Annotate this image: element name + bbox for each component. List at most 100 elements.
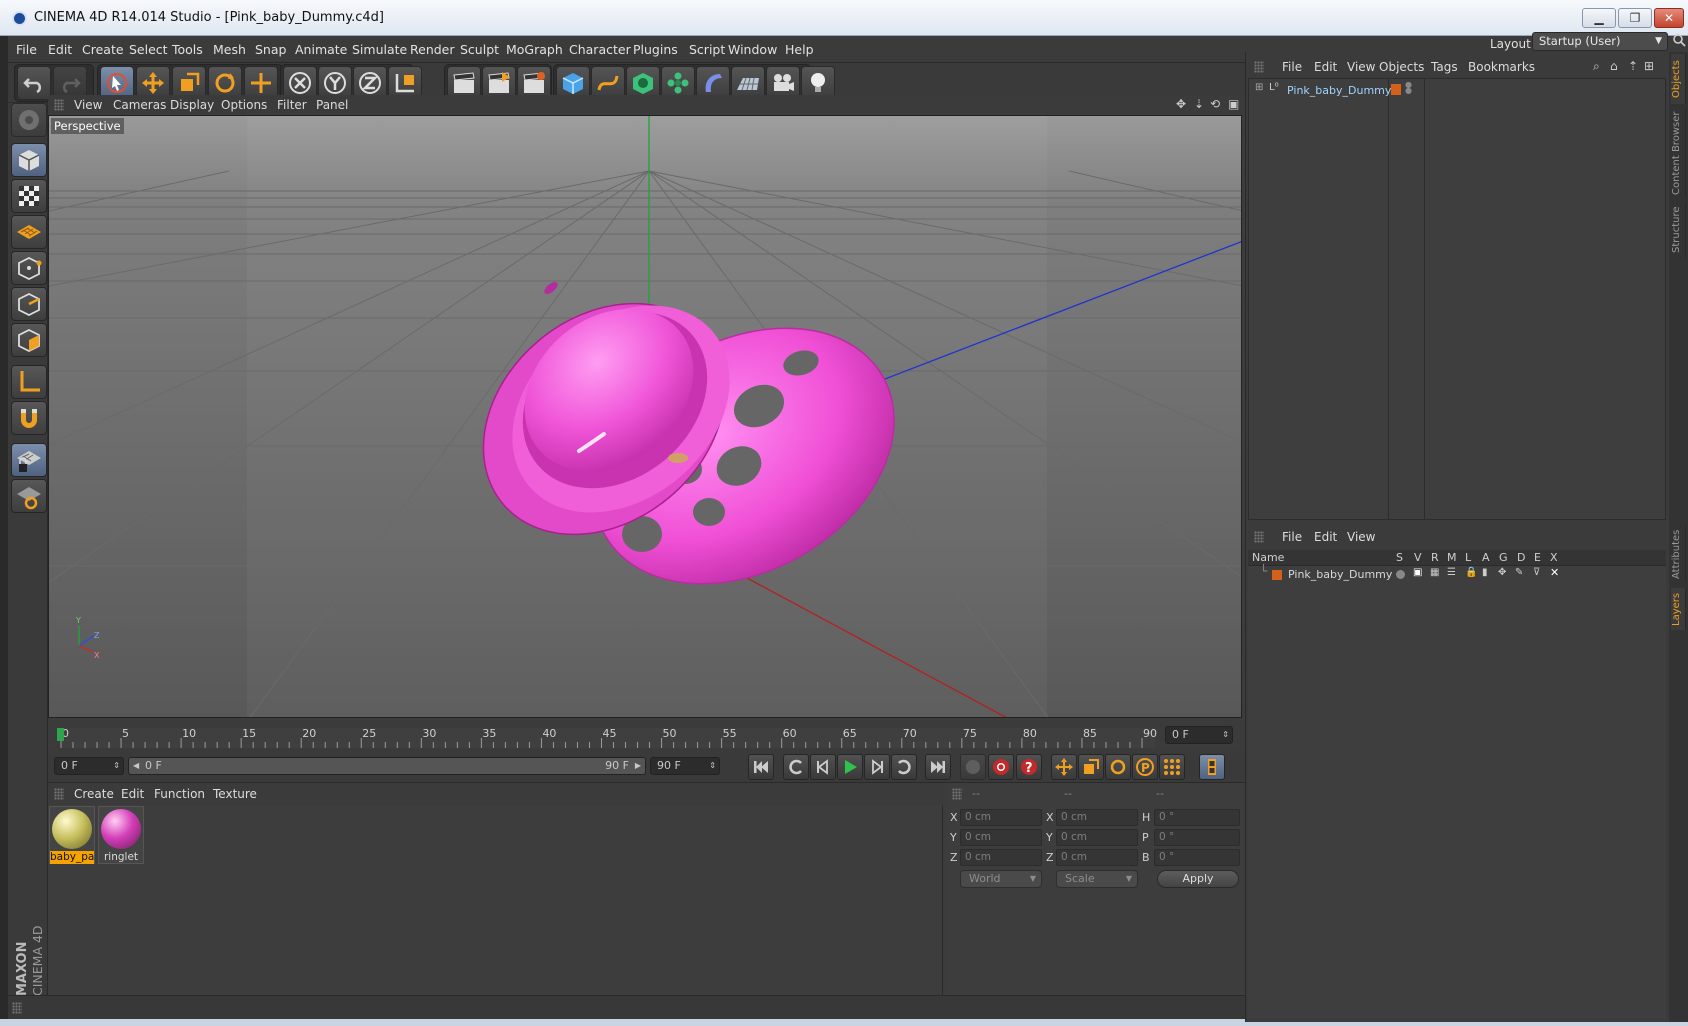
material-swatch-ringlet[interactable]: ringlet	[98, 806, 144, 864]
home-icon[interactable]: ⌂	[1610, 59, 1618, 73]
size-mode-select[interactable]: Scale ▼	[1056, 870, 1138, 888]
visibility-dots-icon[interactable]: ● ●	[1405, 81, 1412, 95]
view-eye-icon[interactable]: ▣	[1413, 567, 1422, 578]
rot-h-field[interactable]: 0 °	[1154, 809, 1240, 826]
record-point-level-button[interactable]	[1159, 754, 1185, 780]
menu-render[interactable]: Render	[410, 42, 455, 57]
menu-select[interactable]: Select	[129, 42, 168, 57]
viewport-menu-cameras[interactable]: Cameras	[113, 98, 166, 112]
material-menu-function[interactable]: Function	[154, 787, 205, 801]
generator-icon[interactable]: ✥	[1498, 567, 1506, 578]
undo-button[interactable]	[17, 66, 51, 100]
layer-col-v[interactable]: V	[1414, 551, 1422, 564]
menu-help[interactable]: Help	[785, 42, 814, 57]
viewport-zoom-icon[interactable]: ⇣	[1194, 97, 1204, 111]
menu-sculpt[interactable]: Sculpt	[460, 42, 499, 57]
snap-button[interactable]	[11, 401, 47, 435]
menu-create[interactable]: Create	[82, 42, 124, 57]
current-frame-field[interactable]: 0 F ⇕	[1165, 726, 1233, 744]
layer-menu-edit[interactable]: Edit	[1314, 530, 1337, 544]
search-icon[interactable]	[1672, 33, 1686, 47]
viewport-menu-options[interactable]: Options	[221, 98, 267, 112]
menu-mograph[interactable]: MoGraph	[506, 42, 563, 57]
axis-mode-button[interactable]	[11, 365, 47, 399]
range-right-handle-icon[interactable]: ▶	[635, 758, 641, 774]
play-button[interactable]	[837, 754, 863, 780]
manager-icon[interactable]: ☰	[1447, 567, 1456, 578]
frame-range-slider[interactable]: 0 F ◀ 90 F ▶	[128, 757, 646, 775]
xref-icon[interactable]: ✕	[1550, 566, 1559, 579]
start-frame-field[interactable]: 0 F ⇕	[54, 757, 124, 775]
record-move-button[interactable]	[1051, 754, 1077, 780]
layer-menu-view[interactable]: View	[1347, 530, 1375, 544]
animation-icon[interactable]: ▮	[1482, 567, 1488, 578]
pos-y-field[interactable]: 0 cm	[960, 829, 1042, 846]
perspective-viewport[interactable]: Y Z X	[48, 115, 1242, 718]
new-view-icon[interactable]: ⊞	[1644, 59, 1654, 73]
keyframe-selection-button[interactable]: ?	[1016, 754, 1042, 780]
menu-tools[interactable]: Tools	[172, 42, 203, 57]
apply-button[interactable]: Apply	[1157, 870, 1239, 888]
deformer-icon[interactable]: ✎	[1515, 567, 1523, 578]
viewport-menu-view[interactable]: View	[74, 98, 102, 112]
record-rotation-button[interactable]	[1105, 754, 1131, 780]
pos-z-field[interactable]: 0 cm	[960, 849, 1042, 866]
expand-icon[interactable]: ⊞	[1255, 82, 1263, 93]
timeline-ruler[interactable]: 0 5 10 15 20 25 30 35 40 45 50 55 60 65 70 75 80 85 90 0 F…	[48, 720, 1245, 750]
object-menu-tags[interactable]: Tags	[1431, 60, 1458, 74]
menu-character[interactable]: Character	[569, 42, 631, 57]
playhead[interactable]	[57, 728, 64, 741]
layer-row[interactable]: └ Pink_baby_Dummy ▣ ▦ ☰ 🔒 ▮ ✥ ✎ ⊽ ✕	[1248, 564, 1666, 584]
go-to-end-button[interactable]	[925, 754, 951, 780]
menu-edit[interactable]: Edit	[48, 42, 72, 57]
rot-b-field[interactable]: 0 °	[1154, 849, 1240, 866]
layout-select[interactable]: Startup (User) ▼	[1532, 32, 1668, 51]
layer-col-a[interactable]: A	[1482, 551, 1490, 564]
menu-script[interactable]: Script	[689, 42, 725, 57]
texture-mode-button[interactable]	[11, 179, 47, 213]
material-menu-edit[interactable]: Edit	[121, 787, 144, 801]
close-button[interactable]: ✕	[1654, 8, 1684, 28]
expression-icon[interactable]: ⊽	[1533, 567, 1540, 578]
range-left-handle-icon[interactable]: ◀	[133, 758, 139, 774]
menu-snap[interactable]: Snap	[255, 42, 286, 57]
side-tab-objects[interactable]: Objects	[1671, 54, 1686, 104]
viewport-menu-panel[interactable]: Panel	[316, 98, 348, 112]
layer-col-x[interactable]: X	[1550, 551, 1558, 564]
layer-menu-file[interactable]: File	[1282, 530, 1302, 544]
layer-col-name[interactable]: Name	[1252, 551, 1284, 564]
layer-col-l[interactable]: L	[1465, 551, 1471, 564]
menu-animate[interactable]: Animate	[295, 42, 347, 57]
viewport-menu-display[interactable]: Display	[170, 98, 214, 112]
menu-simulate[interactable]: Simulate	[352, 42, 407, 57]
workplane-mode-button[interactable]	[11, 215, 47, 249]
menu-plugins[interactable]: Plugins	[633, 42, 678, 57]
search-icon[interactable]: ⌕	[1593, 59, 1600, 74]
layer-color-swatch[interactable]	[1272, 570, 1282, 580]
side-tab-content-browser[interactable]: Content Browser	[1671, 108, 1686, 198]
material-menu-create[interactable]: Create	[74, 787, 114, 801]
layer-col-g[interactable]: G	[1499, 551, 1508, 564]
make-editable-button[interactable]	[11, 103, 47, 137]
render-icon[interactable]: ▦	[1430, 567, 1439, 578]
record-scale-button[interactable]	[1078, 754, 1104, 780]
coordinate-space-select[interactable]: World ▼	[960, 870, 1042, 888]
minimize-button[interactable]: ▁	[1582, 8, 1616, 28]
side-tab-attributes[interactable]: Attributes	[1671, 526, 1686, 582]
previous-frame-button[interactable]	[810, 754, 836, 780]
timeline-scheme-button[interactable]	[1199, 754, 1225, 780]
polygons-mode-button[interactable]	[11, 323, 47, 357]
points-mode-button[interactable]	[11, 251, 47, 285]
end-frame-field[interactable]: 90 F ⇕	[650, 757, 720, 775]
size-x-field[interactable]: 0 cm	[1056, 809, 1138, 826]
next-frame-button[interactable]	[864, 754, 890, 780]
menu-mesh[interactable]: Mesh	[213, 42, 246, 57]
material-swatch-baby-pa[interactable]: baby_pa	[49, 806, 95, 864]
layer-col-s[interactable]: S	[1396, 551, 1403, 564]
object-menu-bookmarks[interactable]: Bookmarks	[1468, 60, 1535, 74]
next-key-button[interactable]	[891, 754, 917, 780]
object-row[interactable]: ⊞ L⁰ Pink_baby_Dummy ● ●	[1249, 81, 1667, 99]
layer-col-m[interactable]: M	[1447, 551, 1457, 564]
size-y-field[interactable]: 0 cm	[1056, 829, 1138, 846]
locked-workplane-button[interactable]	[11, 443, 47, 477]
